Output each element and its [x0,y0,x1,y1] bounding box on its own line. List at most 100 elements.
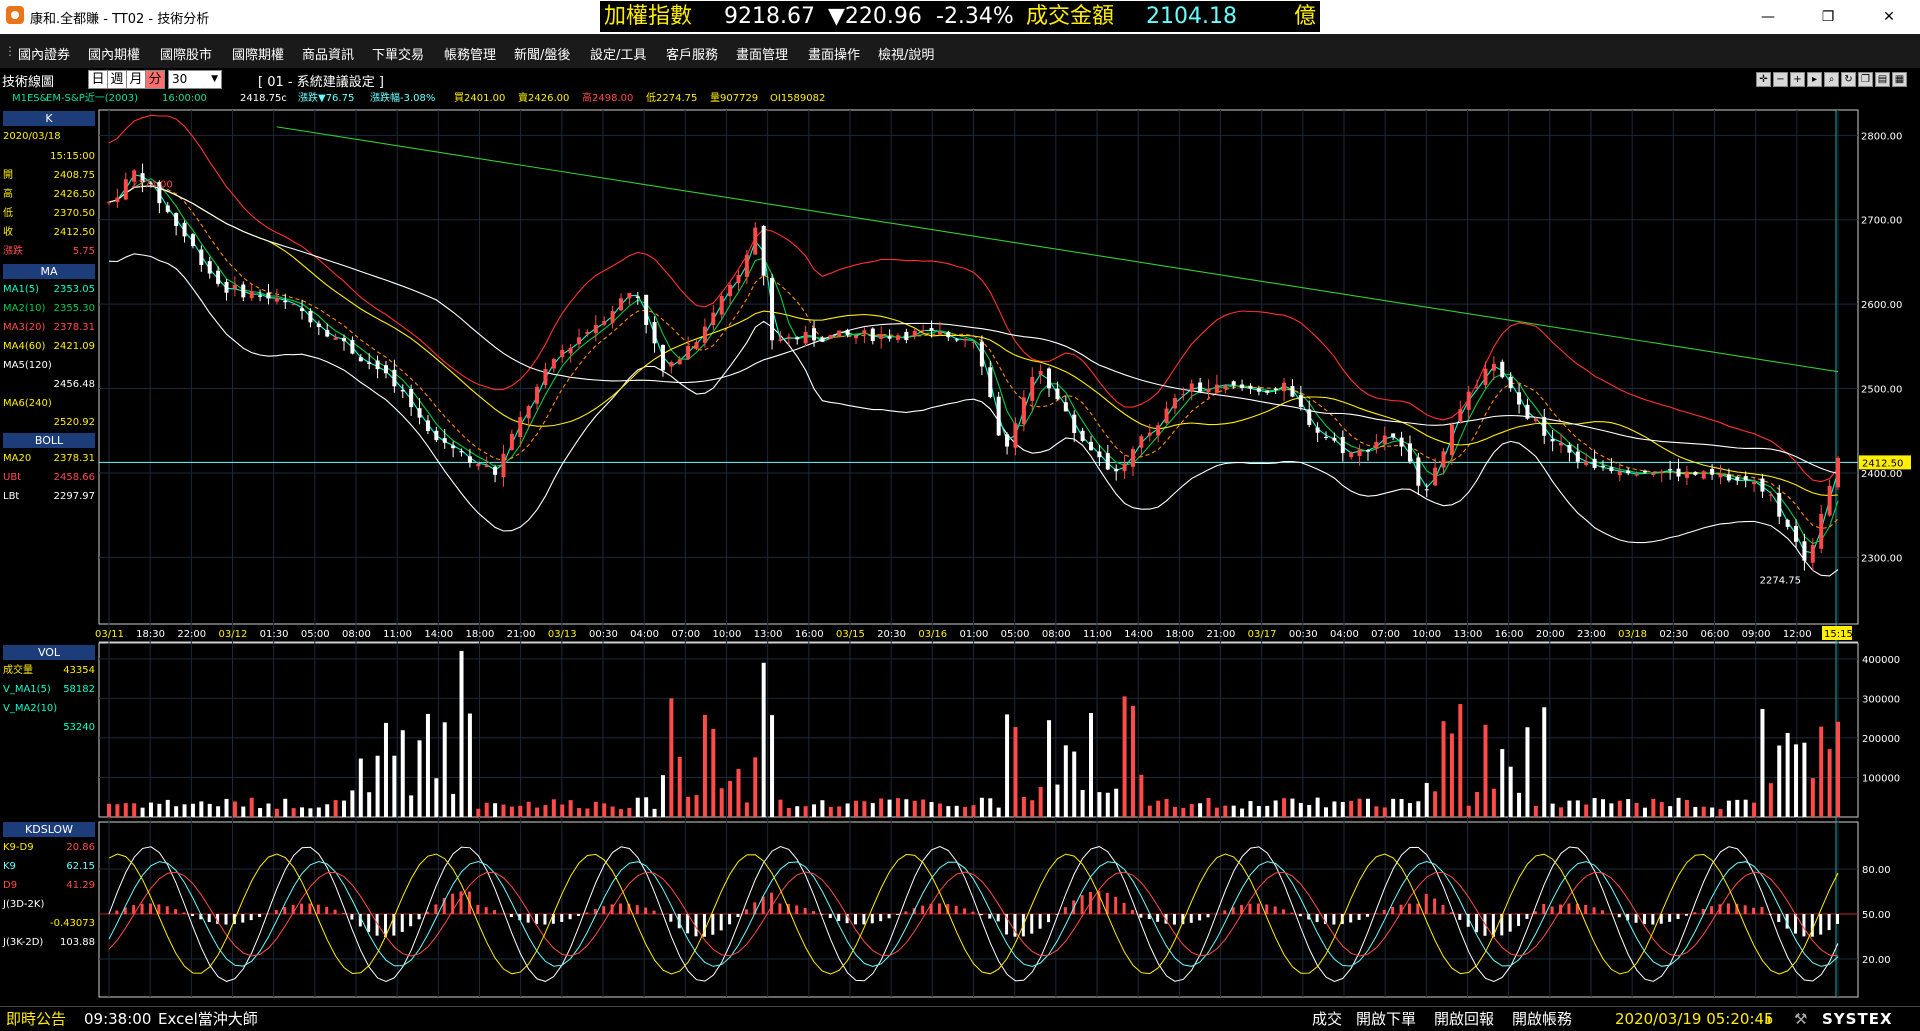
trade-button[interactable]: 成交 [1312,1007,1342,1031]
candle-body [1685,472,1689,478]
kd-histogram-bar [1601,910,1604,914]
volume-bar [1374,806,1378,817]
volume-bar [1760,709,1764,817]
time-label: 06:00 [1701,629,1730,640]
candle-body [963,339,967,341]
open-report-button[interactable]: 開啟回報 [1434,1007,1494,1031]
volume-bar [1223,806,1227,817]
volume-bar [762,663,766,817]
volume-bar [300,807,304,817]
candle-body [1450,425,1454,456]
volume-bar [972,805,976,817]
volume-bar [535,808,539,817]
candle-body [1064,402,1068,411]
kd-histogram-bar [1190,914,1193,923]
volume-bar [1316,798,1320,817]
volume-bar [871,803,875,817]
technical-chart[interactable]: 03/1118:3022:0003/1201:3005:0008:0011:00… [0,0,1920,1006]
volume-bar [1248,801,1252,817]
candle-body [1173,398,1177,408]
kd-histogram-bar [921,906,924,914]
kd-histogram-bar [1668,914,1671,922]
candle-body [1593,459,1597,468]
volume-bar [1542,707,1546,817]
candle-body [527,406,531,418]
volume-bar [636,798,640,817]
candle-body [1718,474,1722,477]
candle-body [1106,453,1110,469]
kd-histogram-bar [1316,914,1319,922]
kd-histogram-bar [1408,904,1411,914]
candle-body [342,338,346,341]
volume-bar [527,802,531,817]
volume-bar [292,808,296,817]
volume-bar [1710,808,1714,817]
announcement-label[interactable]: 即時公告 [6,1007,66,1031]
candle-body [787,337,791,339]
candle-body [1047,368,1051,388]
candle-body [1760,479,1764,492]
time-label: 13:00 [1454,629,1483,640]
open-order-button[interactable]: 開啟下單 [1356,1007,1416,1031]
kd-histogram-bar [1039,914,1042,929]
candle-body [980,342,984,367]
volume-bar [1744,800,1748,817]
time-label: 21:00 [507,629,536,640]
volume-bar [1609,803,1613,817]
volume-bar [468,714,472,817]
volume-bar [1475,792,1479,817]
kd-histogram-bar [1366,914,1369,917]
kd-histogram-bar [409,914,412,926]
volume-bar [1693,807,1697,817]
candle-body [1567,445,1571,453]
candle-body [1307,409,1311,425]
volume-bar [476,809,480,817]
kd-histogram-bar [485,907,488,914]
candle-body [1190,384,1194,392]
volume-bar [661,775,665,817]
candle-body [938,332,942,335]
volume-bar [1811,778,1815,817]
candle-body [1408,443,1412,461]
open-account-button[interactable]: 開啟帳務 [1512,1007,1572,1031]
candle-body [225,282,229,293]
kd-histogram-bar [1685,914,1688,916]
volume-bar [812,804,816,817]
volume-bar [418,740,422,817]
kd-histogram-bar [1777,914,1780,922]
candle-body [955,339,959,340]
time-label: 21:00 [1207,629,1236,640]
candle-body [569,348,573,354]
kd-histogram-bar [543,914,546,925]
low-price-label: 2274.75 [1760,575,1801,586]
kd-histogram-bar [795,905,798,914]
kd-histogram-bar [888,914,891,918]
volume-bar [1349,801,1353,817]
kd-histogram-bar [1651,914,1654,925]
kd-histogram-bar [1290,913,1293,914]
candle-body [829,335,833,339]
volume-bar [1643,808,1647,817]
candle-body [1601,466,1605,467]
candle-body [778,339,782,341]
volume-bar [1400,799,1404,817]
candle-body [1744,476,1748,480]
candle-body [1777,493,1781,517]
candle-body [888,336,892,338]
kd-histogram-bar [644,908,647,914]
kd-histogram-bar [350,914,353,919]
volume-bar [283,799,287,817]
volume-bar [846,803,850,817]
volume-bar [1173,807,1177,817]
volume-bar [1383,807,1387,817]
volume-bar [627,808,631,817]
announcement-text[interactable]: Excel當沖大師 [158,1007,258,1031]
kd-histogram-bar [1248,904,1251,914]
candle-body [728,285,732,296]
kd-histogram-bar [879,914,882,921]
volume-bar [1576,800,1580,817]
candle-body [946,332,950,337]
kd-histogram-bar [1156,914,1159,922]
volume-bar [552,799,556,817]
volume-bar [401,730,405,817]
